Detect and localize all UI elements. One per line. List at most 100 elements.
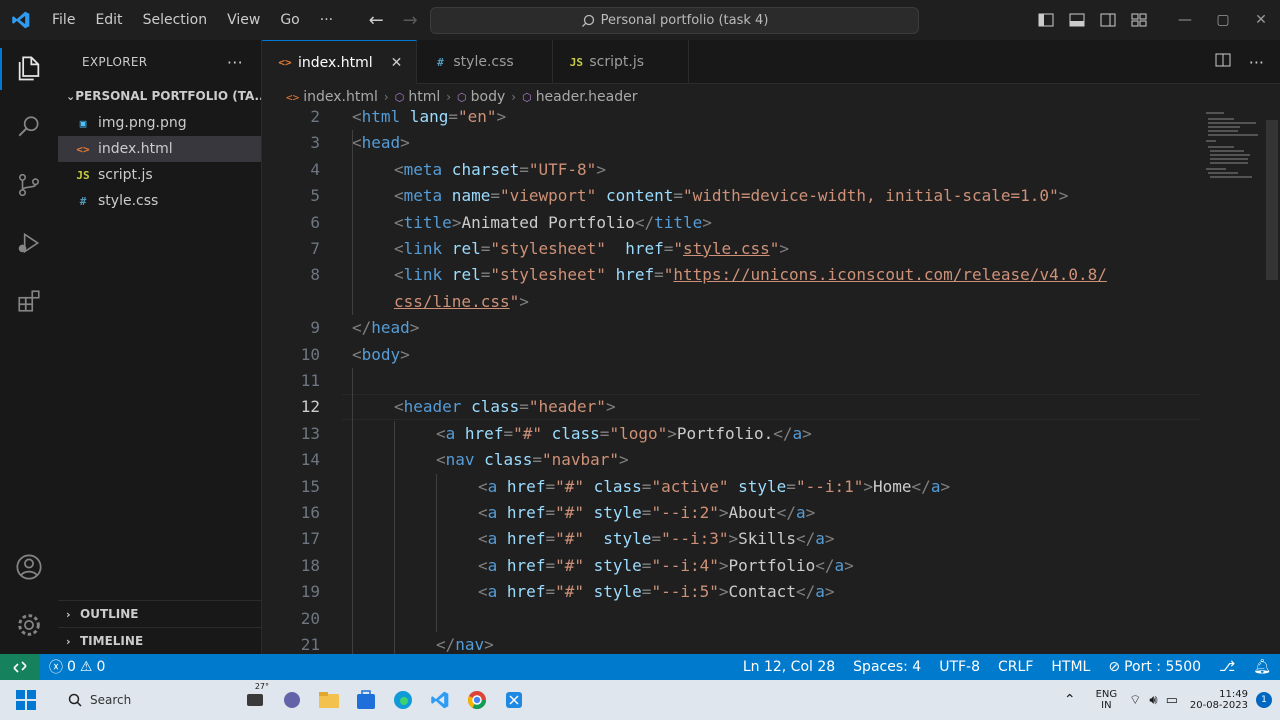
taskbar-search[interactable]: Search [56,685,236,715]
widgets-icon[interactable]: 27° [236,680,273,720]
menu-edit[interactable]: Edit [85,0,132,40]
snipping-tool-icon[interactable] [495,680,532,720]
code-token: "#" [555,555,584,575]
chat-icon[interactable] [273,680,310,720]
search-icon[interactable] [0,98,58,156]
back-arrow-icon[interactable]: ← [359,10,393,31]
code-token: a [792,423,803,443]
timeline-section[interactable]: › TIMELINE [58,627,262,654]
breadcrumb-item[interactable]: ⬡ body [457,89,505,105]
edge-browser-icon[interactable] [384,680,421,720]
maximize-icon[interactable]: ▢ [1204,0,1242,40]
line-number: 6 [310,212,320,232]
file-item[interactable]: ▣ img.png.png [58,110,261,136]
remote-indicator-icon[interactable] [0,654,40,680]
run-debug-icon[interactable] [0,214,58,272]
close-window-icon[interactable]: ✕ [1242,0,1280,40]
code-token: > [1058,186,1069,206]
extensions-icon[interactable] [0,272,58,330]
code-token: < [394,212,404,232]
notifications-bell-icon[interactable]: 🔔︎ [1244,659,1280,675]
toggle-primary-sidebar-icon[interactable] [1030,0,1061,40]
windows-start-icon[interactable] [0,680,52,720]
code-token: nav [445,450,475,470]
code-editor[interactable]: 2 <html lang="en"> 3 <head> 4 <meta charset="… [262,110,1280,654]
minimize-icon[interactable]: — [1166,0,1204,40]
code-token: > [718,582,729,602]
file-item[interactable]: # style.css [58,188,261,214]
tab-script-js[interactable]: JS script.js [553,40,690,84]
file-encoding[interactable]: UTF-8 [930,659,989,675]
code-token: = [490,186,500,206]
code-token: "#" [555,476,584,496]
code-token: "--i:2" [651,503,719,522]
line-endings[interactable]: CRLF [989,659,1042,675]
code-token: = [545,529,556,549]
editor-more-actions-icon[interactable]: ··· [1249,53,1264,72]
more-actions-icon[interactable]: ··· [227,53,243,72]
menu-view[interactable]: View [217,0,270,40]
folder-personal-portfolio[interactable]: ⌄ PERSONAL PORTFOLIO (TA... [58,84,261,108]
vscode-taskbar-icon[interactable] [421,680,458,720]
customize-layout-icon[interactable] [1123,0,1154,40]
chevron-right-icon: › [66,634,71,648]
outline-section[interactable]: › OUTLINE [58,600,262,627]
menu-go[interactable]: Go [270,0,309,40]
live-server-port[interactable]: ⊘ Port : 5500 [1099,659,1210,675]
toggle-secondary-sidebar-icon[interactable] [1092,0,1123,40]
menu-file[interactable]: File [42,0,85,40]
microsoft-store-icon[interactable] [347,680,384,720]
toggle-panel-icon[interactable] [1061,0,1092,40]
file-explorer-icon[interactable] [310,680,347,720]
menu-selection[interactable]: Selection [133,0,218,40]
close-tab-icon[interactable]: ✕ [391,55,403,71]
line-number: 12 [300,397,320,417]
code-text: <link rel="stylesheet" href="https://uni… [394,262,1107,288]
battery-icon[interactable]: ▭ [1162,693,1182,708]
volume-icon[interactable]: 🔊︎ [1145,693,1161,708]
code-token: Contact [728,582,796,602]
source-control-icon[interactable] [0,156,58,214]
file-item[interactable]: <> index.html [58,136,261,162]
tab-style-css[interactable]: # style.css [417,40,554,84]
file-item[interactable]: JS script.js [58,162,261,188]
breadcrumb-item[interactable]: ⬡ header.header [522,89,637,105]
input-language[interactable]: ENG IN [1088,689,1126,711]
language-mode[interactable]: HTML [1042,659,1099,675]
code-token: > [400,133,410,153]
show-hidden-icons-chevron-icon[interactable]: ⌃ [1052,692,1088,708]
menu-more[interactable]: ··· [310,0,343,40]
chrome-icon[interactable] [458,680,495,720]
code-token: head [361,133,401,153]
chevron-right-icon: › [66,607,71,621]
tab-label: style.css [453,54,514,70]
wifi-icon[interactable]: ⌔ [1125,692,1145,708]
indent-guide [394,420,395,654]
cursor-position[interactable]: Ln 12, Col 28 [734,659,844,675]
minimap[interactable] [1202,110,1262,190]
code-token: = [519,159,529,179]
editor-scrollbar[interactable] [1266,120,1278,280]
file-name: img.png.png [98,115,187,131]
settings-gear-icon[interactable] [0,596,58,654]
tab-label: script.js [589,54,645,70]
explorer-icon[interactable] [0,40,58,98]
warning-icon: ⚠ [79,659,93,675]
split-editor-icon[interactable] [1215,52,1231,72]
problems-indicator[interactable]: ⓧ 0 ⚠ 0 [40,657,114,677]
forward-arrow-icon[interactable]: → [393,10,427,31]
command-center[interactable]: Personal portfolio (task 4) [430,7,919,34]
notification-badge[interactable]: 1 [1256,692,1272,708]
code-text: <meta charset="UTF-8"> [394,157,606,183]
breadcrumb-item[interactable]: <> index.html [286,89,378,105]
code-token: style.css [683,239,770,258]
code-token: "navbar" [541,450,620,470]
breadcrumb-item[interactable]: ⬡ html [395,89,441,105]
accounts-icon[interactable] [0,538,58,596]
code-token: < [394,159,404,179]
clock[interactable]: 11:49 20-08-2023 [1182,689,1256,711]
indentation[interactable]: Spaces: 4 [844,659,930,675]
html-icon: <> [286,90,300,104]
tab-index-html[interactable]: <> index.html ✕ [262,40,418,84]
feedback-icon[interactable]: ⎇ [1210,659,1244,675]
